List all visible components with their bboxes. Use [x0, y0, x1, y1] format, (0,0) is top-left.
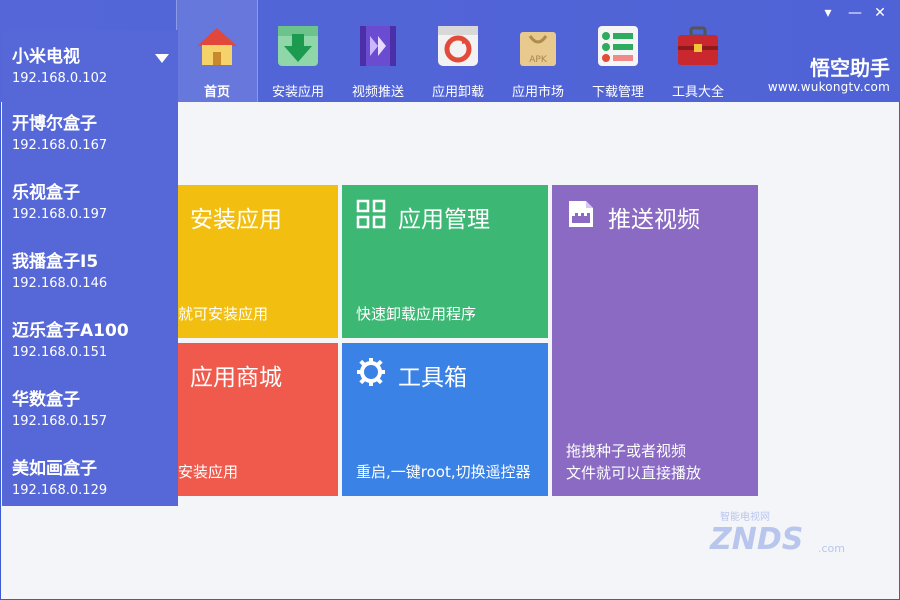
- uninstall-icon: [438, 26, 478, 66]
- download-manage-icon: [598, 26, 638, 66]
- znds-watermark: 智能电视网 ZNDS .com: [700, 508, 860, 568]
- device-ip: 192.168.0.167: [12, 138, 108, 153]
- device-item[interactable]: 小米电视 192.168.0.102: [12, 42, 172, 102]
- apk-bag-icon: APK: [520, 32, 556, 66]
- watermark-text: ZNDS: [710, 522, 804, 557]
- watermark-suffix: .com: [818, 542, 845, 555]
- grid-icon: [356, 199, 386, 229]
- svg-text:APK: APK: [529, 55, 548, 65]
- install-download-icon: [278, 26, 318, 66]
- device-ip: 192.168.0.146: [12, 276, 108, 291]
- device-item[interactable]: 我播盒子I5 192.168.0.146: [12, 247, 172, 307]
- nav-toolbox-label: 工具大全: [671, 85, 724, 100]
- tile-push-video-desc-line: 拖拽种子或者视频: [566, 442, 687, 460]
- device-item[interactable]: 美如画盒子 192.168.0.129: [12, 454, 172, 514]
- device-name: 开博尔盒子: [12, 114, 97, 134]
- home-icon: [197, 28, 237, 65]
- nav-video-push-label: 视频推送: [351, 85, 404, 100]
- tile-install-title: 安装应用: [190, 207, 282, 233]
- device-item[interactable]: 开博尔盒子 192.168.0.167: [12, 109, 172, 169]
- nav-uninstall[interactable]: 应用卸载: [418, 0, 498, 102]
- tile-app-store-title: 应用商城: [190, 365, 282, 391]
- device-name: 华数盒子: [12, 390, 80, 410]
- brand-title: 悟空助手: [810, 56, 890, 80]
- tile-install-desc: 就可安装应用: [178, 305, 269, 323]
- nav-app-market-label: 应用市场: [511, 85, 564, 100]
- minimize-button[interactable]: —: [845, 4, 865, 22]
- device-item[interactable]: 迈乐盒子A100 192.168.0.151: [12, 316, 172, 376]
- tile-toolbox-desc: 重启,一键root,切换遥控器: [356, 463, 531, 481]
- device-name: 我播盒子I5: [12, 252, 99, 272]
- nav-install-label: 安装应用: [271, 85, 324, 100]
- close-button[interactable]: ✕: [870, 4, 890, 22]
- device-ip: 192.168.0.197: [12, 207, 108, 222]
- nav-download-manage-label: 下载管理: [591, 85, 644, 100]
- brand-url[interactable]: www.wukongtv.com: [768, 80, 890, 94]
- device-ip: 192.168.0.157: [12, 414, 108, 429]
- tile-app-store-desc: 安装应用: [178, 463, 239, 481]
- nav-toolbox[interactable]: 工具大全: [658, 0, 738, 102]
- device-name: 迈乐盒子A100: [12, 321, 129, 341]
- nav-home-label: 首页: [203, 85, 230, 100]
- device-ip: 192.168.0.129: [12, 483, 108, 498]
- tile-push-video-desc-line: 文件就可以直接播放: [566, 464, 702, 482]
- device-list: 小米电视 192.168.0.102 开博尔盒子 192.168.0.167 乐…: [2, 30, 178, 506]
- nav-install[interactable]: 安装应用: [258, 0, 338, 102]
- device-name: 美如画盒子: [12, 459, 97, 479]
- gear-icon: [357, 358, 385, 386]
- tile-toolbox-title: 工具箱: [398, 365, 467, 391]
- video-file-icon: [569, 201, 593, 227]
- tile-push-video-title: 推送视频: [608, 207, 700, 233]
- tile-app-manage-title: 应用管理: [398, 207, 490, 233]
- nav-download-manage[interactable]: 下载管理: [578, 0, 658, 102]
- tile-toolbox[interactable]: 工具箱 重启,一键root,切换遥控器: [342, 343, 548, 496]
- nav-home[interactable]: 首页: [176, 0, 258, 102]
- main-nav: 首页 安装应用 视频推送 应用卸载 APK 应用市场 下载管理 工具大全: [176, 0, 738, 102]
- device-ip: 192.168.0.151: [12, 345, 108, 360]
- device-ip: 192.168.0.102: [12, 71, 108, 86]
- device-item[interactable]: 华数盒子 192.168.0.157: [12, 385, 172, 445]
- device-name: 乐视盒子: [12, 183, 80, 203]
- tile-push-video-desc: 拖拽种子或者视频 文件就可以直接播放: [566, 440, 701, 484]
- video-push-icon: [360, 26, 396, 66]
- device-item[interactable]: 乐视盒子 192.168.0.197: [12, 178, 172, 238]
- toolbox-icon: [678, 26, 718, 65]
- tile-app-manage-desc: 快速卸载应用程序: [356, 305, 477, 323]
- tile-app-manage[interactable]: 应用管理 快速卸载应用程序: [342, 185, 548, 338]
- collapse-button[interactable]: ▾: [818, 4, 838, 22]
- nav-app-market[interactable]: APK 应用市场: [498, 0, 578, 102]
- tile-push-video[interactable]: 推送视频 拖拽种子或者视频 文件就可以直接播放: [552, 185, 758, 496]
- watermark-sub: 智能电视网: [720, 512, 770, 523]
- device-name: 小米电视: [12, 47, 80, 67]
- nav-uninstall-label: 应用卸载: [431, 85, 484, 100]
- nav-video-push[interactable]: 视频推送: [338, 0, 418, 102]
